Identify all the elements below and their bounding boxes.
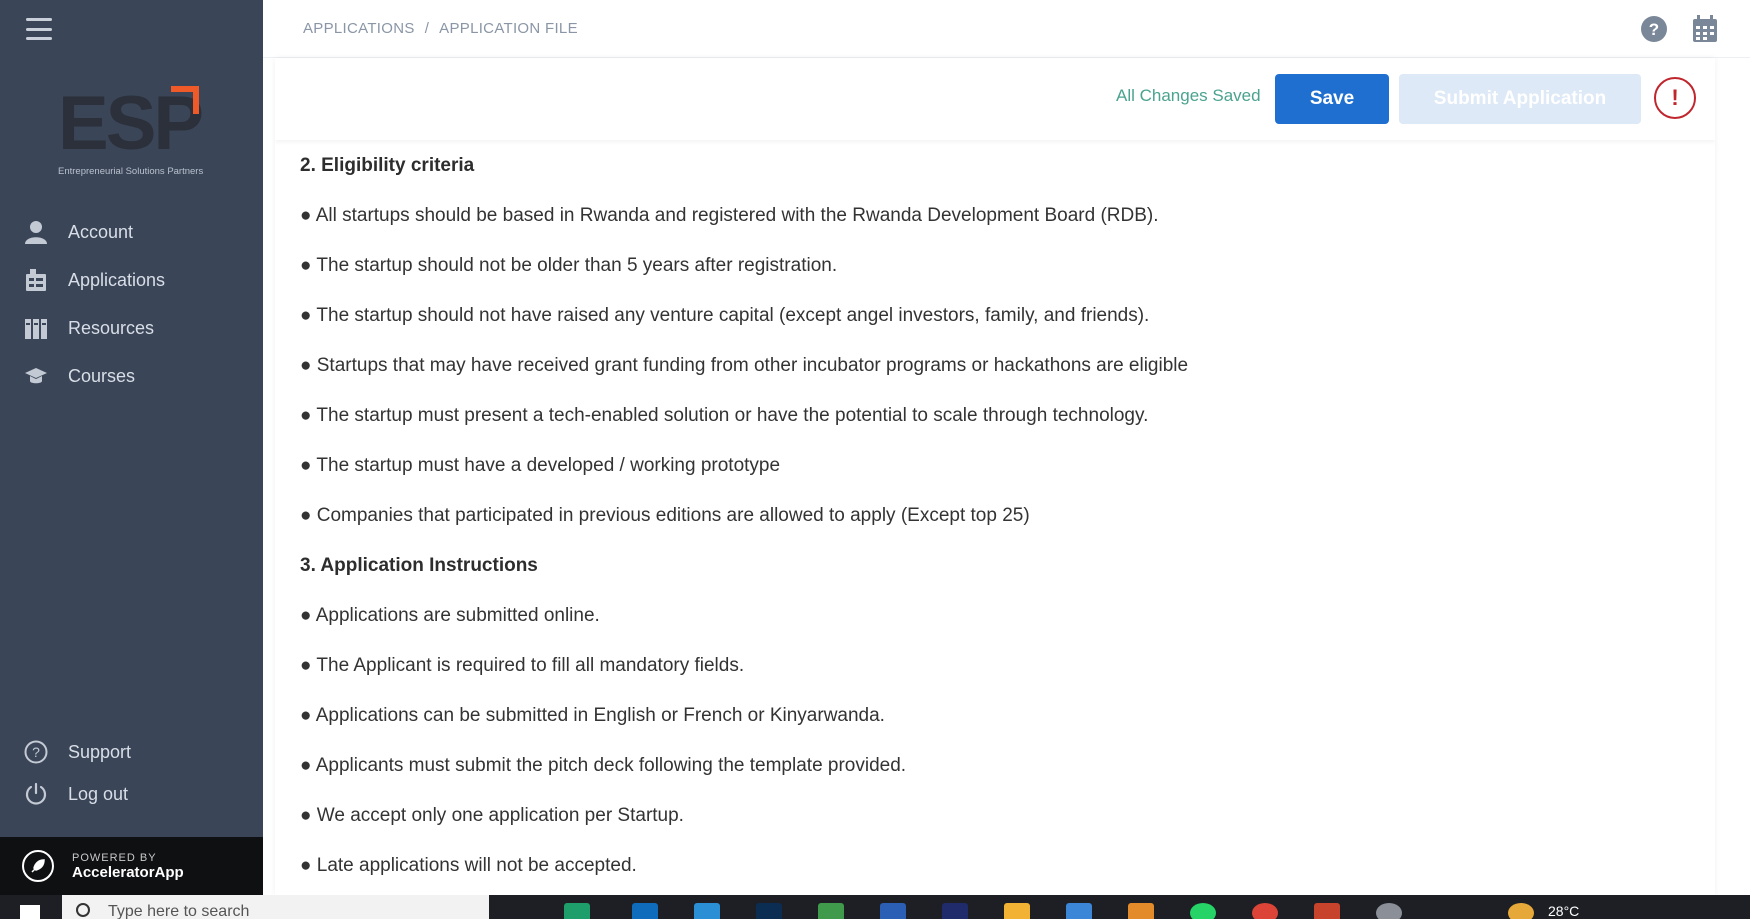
sidebar-item-label: Resources	[68, 317, 155, 338]
power-icon	[24, 782, 48, 806]
logo-tagline: Entrepreneurial Solutions Partners	[58, 166, 204, 177]
calendar-icon[interactable]	[1692, 15, 1720, 43]
list-item: ● The startup must have a developed / wo…	[300, 455, 781, 476]
graduation-cap-icon	[24, 364, 48, 388]
application-content: All Changes Saved Save Submit Applicatio…	[275, 58, 1715, 895]
app-icon[interactable]	[942, 903, 968, 919]
save-status: All Changes Saved	[1116, 86, 1261, 105]
whatsapp-icon[interactable]	[1190, 903, 1216, 919]
settings-icon[interactable]	[1376, 903, 1402, 919]
edge-icon[interactable]	[564, 903, 590, 919]
sidebar-item-label: Account	[68, 221, 134, 242]
submit-application-button[interactable]: Submit Application	[1399, 74, 1641, 124]
list-item: ● The startup must present a tech-enable…	[300, 405, 1149, 426]
sidebar-item-label: Applications	[68, 269, 166, 290]
hamburger-menu-icon[interactable]	[26, 18, 52, 40]
mail-icon[interactable]	[632, 903, 658, 919]
esp-logo[interactable]: ESP Entrepreneurial Solutions Partners	[58, 86, 208, 182]
sidebar-item-account[interactable]: Account	[0, 208, 263, 256]
sidebar-item-applications[interactable]: Applications	[0, 256, 263, 304]
list-item: ● Companies that participated in previou…	[300, 505, 1030, 526]
taskbar-search-placeholder: Type here to search	[108, 903, 250, 919]
powerpoint-icon[interactable]	[1314, 903, 1340, 919]
sidebar-item-label: Log out	[68, 783, 129, 804]
action-bar: All Changes Saved Save Submit Applicatio…	[275, 58, 1715, 140]
list-item: ● The startup should not be older than 5…	[300, 255, 838, 276]
list-item: ● Applications are submitted online.	[300, 605, 600, 626]
breadcrumb: APPLICATIONS / APPLICATION FILE	[303, 20, 578, 37]
file-explorer-icon[interactable]	[1004, 903, 1030, 919]
windows-start-icon[interactable]	[20, 905, 40, 919]
application-text: 2. Eligibility criteria ● All startups s…	[300, 154, 1690, 895]
store-icon[interactable]	[1066, 903, 1092, 919]
taskbar-search-box[interactable]: Type here to search	[62, 895, 489, 919]
svg-text:?: ?	[1649, 20, 1659, 39]
question-circle-icon: ?	[24, 740, 48, 764]
section-heading: 3. Application Instructions	[300, 555, 538, 576]
os-taskbar: Type here to search 28°C	[0, 895, 1750, 919]
list-item: ● Applications can be submitted in Engli…	[300, 705, 885, 726]
main-nav: Account Applications Resources Courses	[0, 208, 263, 400]
sidebar-item-label: Support	[68, 741, 132, 762]
photoshop-icon[interactable]	[756, 903, 782, 919]
books-icon	[24, 316, 48, 340]
list-item: ● Applicants must submit the pitch deck …	[300, 755, 907, 776]
top-header: APPLICATIONS / APPLICATION FILE ?	[263, 0, 1750, 58]
breadcrumb-separator: /	[424, 20, 430, 37]
chrome-icon[interactable]	[1252, 903, 1278, 919]
alert-icon[interactable]: !	[1654, 77, 1696, 119]
applications-icon	[24, 268, 48, 292]
temperature-readout: 28°C	[1548, 903, 1580, 919]
sidebar-item-support[interactable]: ? Support	[0, 731, 263, 773]
logo-accent-corner	[171, 86, 199, 114]
bottom-nav: ? Support Log out	[0, 731, 263, 815]
sidebar: ESP Entrepreneurial Solutions Partners A…	[0, 0, 263, 895]
section-heading: 2. Eligibility criteria	[300, 155, 475, 176]
sidebar-item-label: Courses	[68, 365, 136, 386]
sidebar-item-resources[interactable]: Resources	[0, 304, 263, 352]
sidebar-item-courses[interactable]: Courses	[0, 352, 263, 400]
search-icon	[76, 903, 90, 917]
word-icon[interactable]	[880, 903, 906, 919]
powered-by-name: AcceleratorApp	[72, 863, 184, 881]
app-icon[interactable]	[1128, 903, 1154, 919]
save-button[interactable]: Save	[1275, 74, 1389, 124]
breadcrumb-applications[interactable]: APPLICATIONS	[303, 20, 415, 37]
user-icon	[24, 220, 48, 244]
rocket-icon	[22, 850, 54, 882]
list-item: ● Startups that may have received grant …	[300, 355, 1189, 376]
help-icon[interactable]: ?	[1640, 15, 1668, 43]
list-item: ● We accept only one application per Sta…	[300, 805, 684, 826]
list-item: ● The Applicant is required to fill all …	[300, 655, 745, 676]
sidebar-item-logout[interactable]: Log out	[0, 773, 263, 815]
weather-icon[interactable]	[1508, 903, 1534, 919]
powered-by-label: POWERED BY	[72, 851, 157, 864]
list-item: ● The startup should not have raised any…	[300, 305, 1150, 326]
list-item: ● Late applications will not be accepted…	[300, 855, 637, 876]
svg-text:?: ?	[32, 744, 40, 760]
excel-icon[interactable]	[818, 903, 844, 919]
vscode-icon[interactable]	[694, 903, 720, 919]
list-item: ● All startups should be based in Rwanda…	[300, 205, 1159, 226]
breadcrumb-application-file: APPLICATION FILE	[439, 20, 578, 37]
powered-by-banner[interactable]: POWERED BY AcceleratorApp	[0, 837, 263, 895]
